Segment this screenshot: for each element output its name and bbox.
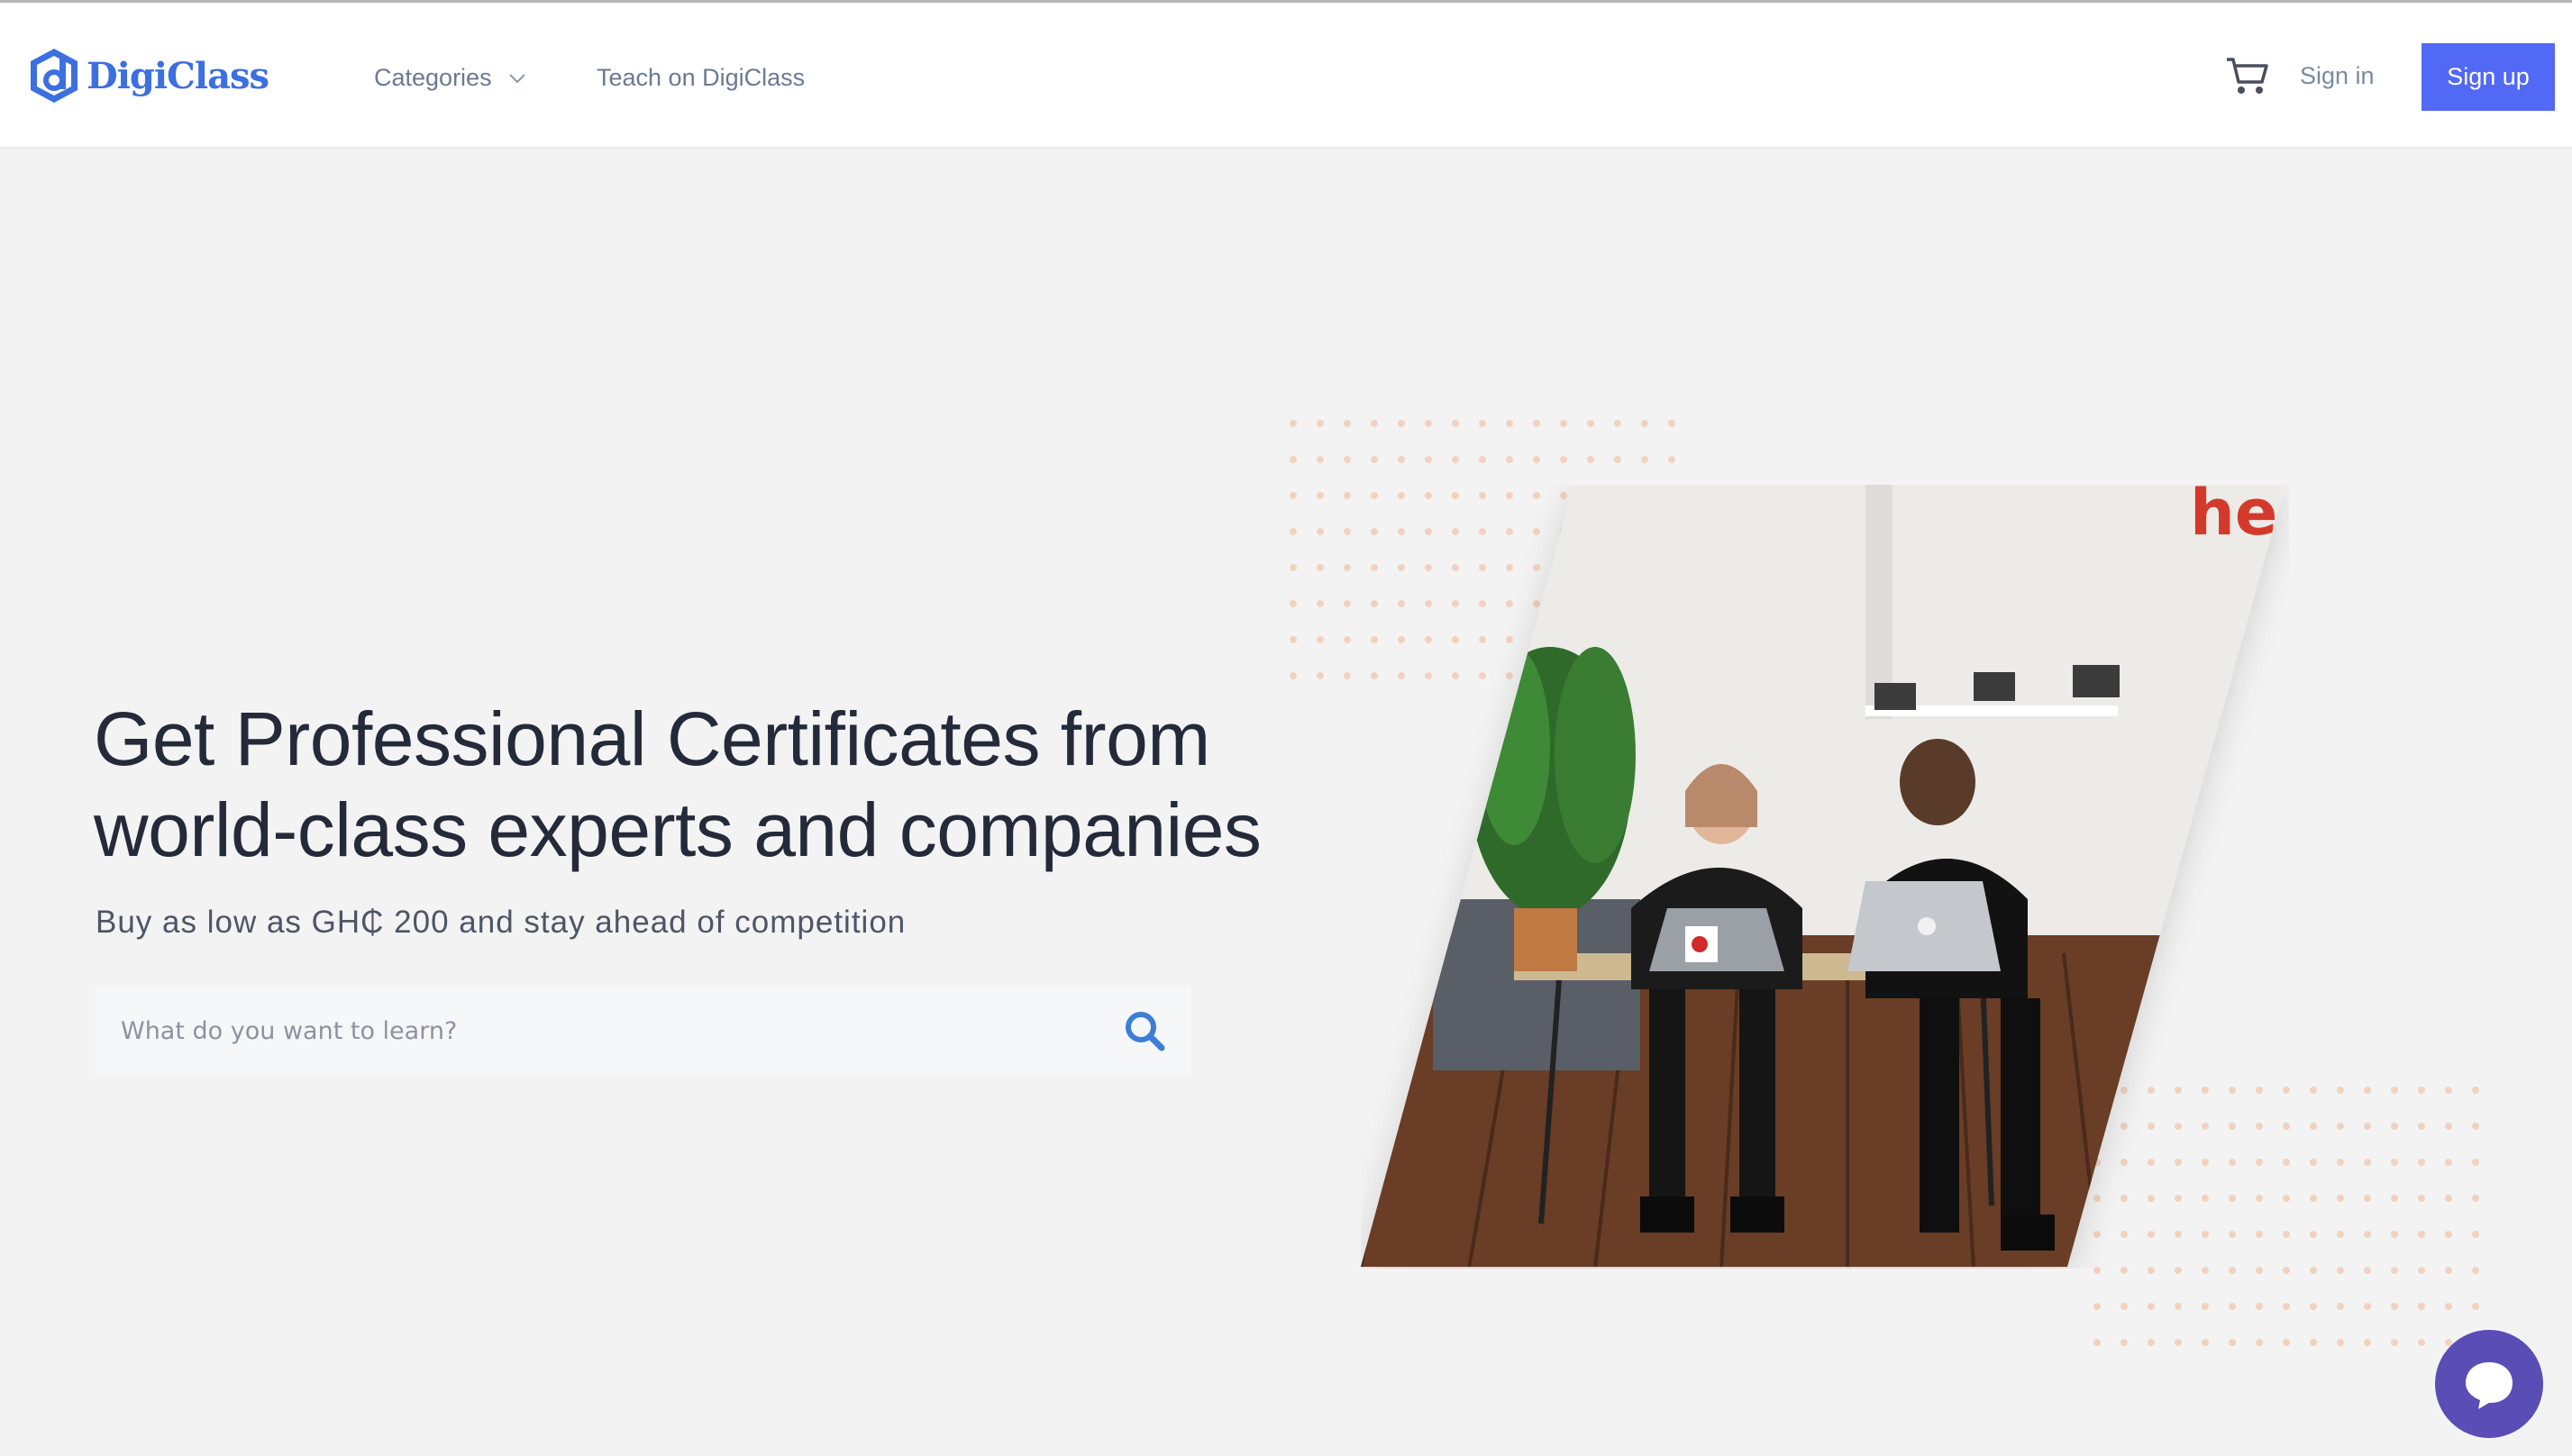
chat-bubble-icon (2466, 1362, 2513, 1409)
categories-dropdown[interactable]: Categories (374, 64, 526, 92)
sign-in-link[interactable]: Sign in (2300, 62, 2375, 90)
teach-on-digiclass-link[interactable]: Teach on DigiClass (597, 64, 805, 92)
search-icon (1126, 1012, 1165, 1051)
hero-title-line-2: world-class experts and companies (94, 787, 1262, 872)
logo-text: DigiClass (87, 54, 269, 97)
digiclass-logo[interactable]: DigiClass (25, 46, 269, 105)
digiclass-logo-icon (31, 49, 78, 103)
search-button[interactable] (1121, 1007, 1168, 1054)
search-input[interactable] (96, 987, 1121, 1075)
categories-label: Categories (374, 64, 492, 91)
sign-up-button[interactable]: Sign up (2422, 43, 2555, 111)
hero-title: Get Professional Certificates from world… (94, 694, 1355, 876)
hero-office-photo: he (1361, 485, 2285, 1267)
course-search-bar (96, 987, 1191, 1075)
chevron-down-icon (508, 73, 525, 83)
hero-title-line-1: Get Professional Certificates from (94, 696, 1210, 781)
top-navbar: DigiClass Categories Teach on DigiClass … (0, 3, 2572, 147)
hero-subtitle: Buy as low as GH₵ 200 and stay ahead of … (96, 905, 907, 940)
wall-sign-text: he (2190, 485, 2277, 550)
cart-icon[interactable] (2224, 55, 2269, 96)
chat-launcher-button[interactable] (2435, 1330, 2543, 1438)
